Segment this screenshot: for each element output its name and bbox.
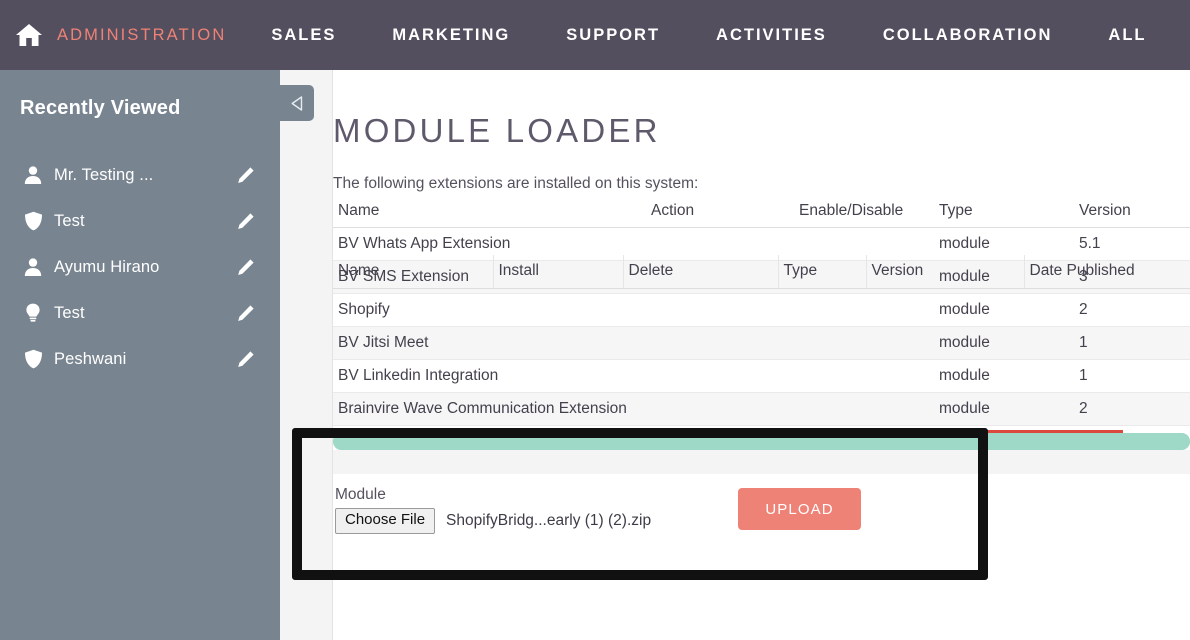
sidebar-collapse-button[interactable] [280, 85, 314, 121]
content-area: MODULE LOADER The following extensions a… [280, 70, 1190, 640]
table-row[interactable]: Shopify module 2 [333, 293, 1190, 327]
shield-icon [20, 211, 46, 231]
column-header-version[interactable]: Version [866, 255, 1025, 289]
column-header-name[interactable]: Name [333, 255, 494, 289]
collapse-left-triangle-icon [291, 95, 302, 111]
extensions-table: Name Action Enable/Disable Type Version … [333, 196, 1190, 459]
list-item[interactable]: Mr. Testing ... [0, 152, 280, 198]
nav-item-marketing[interactable]: MARKETING [392, 26, 510, 45]
page-title: MODULE LOADER [333, 112, 661, 149]
column-header-name[interactable]: Name [333, 196, 646, 228]
cell-version: 2 [1074, 392, 1190, 426]
choose-file-button[interactable]: Choose File [335, 508, 436, 534]
cell-enable-disable [794, 293, 934, 327]
home-icon [15, 24, 42, 46]
recently-viewed-list: Mr. Testing ... Test Ayumu Hirano Test P… [0, 152, 280, 382]
pencil-icon[interactable] [234, 302, 256, 324]
column-header-date-published[interactable]: Date Published [1024, 255, 1190, 289]
list-item-label: Test [54, 303, 85, 322]
nav-item-collaboration[interactable]: COLLABORATION [883, 26, 1053, 45]
table-header-row: Name Action Enable/Disable Type Version [333, 196, 1190, 228]
table-row[interactable]: BV Linkedin Integration module 1 [333, 359, 1190, 393]
page-body: MODULE LOADER The following extensions a… [333, 70, 1190, 640]
content-gutter [280, 70, 333, 640]
column-header-type[interactable]: Type [934, 196, 1074, 228]
table-row[interactable]: Brainvire Wave Communication Extension m… [333, 392, 1190, 426]
modules-table: Name Install Delete Type Version Date Pu… [333, 255, 1190, 289]
cell-type: module [934, 359, 1074, 393]
cell-action [646, 359, 794, 393]
cell-type: module [934, 293, 1074, 327]
cell-action [646, 392, 794, 426]
home-button[interactable] [0, 0, 57, 70]
upload-progress-fill [333, 433, 1190, 450]
cell-name: Shopify [333, 293, 646, 327]
pencil-icon[interactable] [234, 164, 256, 186]
cell-name: BV Linkedin Integration [333, 359, 646, 393]
top-navigation-bar: ADMINISTRATION SALES MARKETING SUPPORT A… [0, 0, 1190, 70]
upload-strip-background [333, 450, 1190, 474]
cell-type: module [934, 326, 1074, 360]
list-item[interactable]: Test [0, 290, 280, 336]
selected-file-name: ShopifyBridg...early (1) (2).zip [446, 511, 652, 529]
shield-icon [20, 349, 46, 369]
module-field-label: Module [335, 486, 386, 503]
app-root: ADMINISTRATION SALES MARKETING SUPPORT A… [0, 0, 1190, 640]
lightbulb-icon [20, 303, 46, 323]
cell-version: 1 [1074, 326, 1190, 360]
column-header-delete[interactable]: Delete [623, 255, 779, 289]
list-item[interactable]: Ayumu Hirano [0, 244, 280, 290]
list-item[interactable]: Test [0, 198, 280, 244]
table-header-row: Name Install Delete Type Version Date Pu… [333, 255, 1190, 289]
file-input-row: Choose File ShopifyBridg...early (1) (2)… [335, 508, 651, 534]
list-item-label: Ayumu Hirano [54, 257, 160, 276]
column-header-install[interactable]: Install [493, 255, 624, 289]
page-subtitle: The following extensions are installed o… [333, 175, 699, 192]
pencil-icon[interactable] [234, 348, 256, 370]
nav-item-administration[interactable]: ADMINISTRATION [57, 26, 226, 45]
pencil-icon[interactable] [234, 210, 256, 232]
cell-name: Brainvire Wave Communication Extension [333, 392, 646, 426]
cell-type: module [934, 392, 1074, 426]
column-header-action[interactable]: Action [646, 196, 794, 228]
cell-version: 1 [1074, 359, 1190, 393]
cell-name: BV Jitsi Meet [333, 326, 646, 360]
nav-item-support[interactable]: SUPPORT [566, 26, 660, 45]
list-item-label: Test [54, 211, 85, 230]
cell-enable-disable [794, 392, 934, 426]
upload-progress-bar [333, 433, 1190, 450]
cell-enable-disable [794, 359, 934, 393]
cell-version: 2 [1074, 293, 1190, 327]
pencil-icon[interactable] [234, 256, 256, 278]
person-icon [20, 165, 46, 185]
nav-item-activities[interactable]: ACTIVITIES [716, 26, 827, 45]
person-icon [20, 257, 46, 277]
column-header-type[interactable]: Type [778, 255, 867, 289]
nav-item-all[interactable]: ALL [1108, 26, 1146, 45]
list-item[interactable]: Peshwani [0, 336, 280, 382]
list-item-label: Mr. Testing ... [54, 165, 154, 184]
column-header-version[interactable]: Version [1074, 196, 1190, 228]
upload-button[interactable]: UPLOAD [738, 488, 861, 530]
cell-action [646, 326, 794, 360]
column-header-enable-disable[interactable]: Enable/Disable [794, 196, 934, 228]
table-row[interactable]: BV Jitsi Meet module 1 [333, 326, 1190, 360]
nav-item-sales[interactable]: SALES [271, 26, 336, 45]
sidebar-title: Recently Viewed [20, 97, 181, 119]
cell-enable-disable [794, 326, 934, 360]
sidebar: Recently Viewed Mr. Testing ... Test Ayu… [0, 70, 280, 640]
list-item-label: Peshwani [54, 349, 127, 368]
cell-action [646, 293, 794, 327]
